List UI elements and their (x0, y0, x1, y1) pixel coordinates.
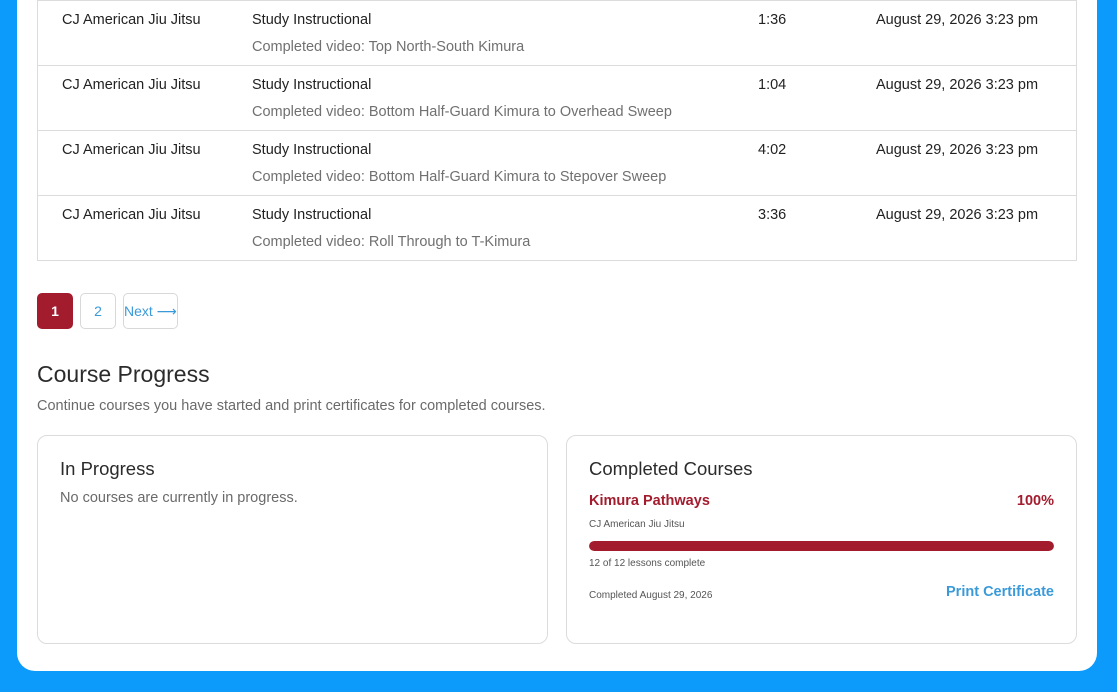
pagination: 1 2 Next ⟶ (37, 293, 178, 329)
course-progress-fill (589, 541, 1054, 551)
in-progress-card: In Progress No courses are currently in … (37, 435, 548, 644)
course-progress-bar (589, 541, 1054, 551)
course-organization: CJ American Jiu Jitsu (589, 519, 685, 530)
row-activity-type: Study Instructional (252, 12, 372, 28)
row-duration: 1:04 (758, 77, 787, 93)
table-row: CJ American Jiu Jitsu Study Instructiona… (38, 130, 1076, 195)
row-user: CJ American Jiu Jitsu (62, 207, 201, 223)
row-user: CJ American Jiu Jitsu (62, 12, 201, 28)
activity-table: CJ American Jiu Jitsu Study Instructiona… (37, 0, 1077, 261)
row-activity-type: Study Instructional (252, 142, 372, 158)
row-date: August 29, 2026 3:23 pm (876, 12, 1039, 28)
row-user: CJ American Jiu Jitsu (62, 142, 201, 158)
row-activity-type: Study Instructional (252, 207, 372, 223)
course-percent: 100% (1016, 493, 1054, 509)
table-row: CJ American Jiu Jitsu Study Instructiona… (38, 0, 1076, 65)
table-row: CJ American Jiu Jitsu Study Instructiona… (38, 195, 1076, 260)
row-date: August 29, 2026 3:23 pm (876, 77, 1039, 93)
row-description: Completed video: Top North-South Kimura (252, 39, 525, 55)
table-row: CJ American Jiu Jitsu Study Instructiona… (38, 65, 1076, 130)
next-page-button[interactable]: Next ⟶ (123, 293, 178, 329)
row-duration: 4:02 (758, 142, 787, 158)
main-panel: CJ American Jiu Jitsu Study Instructiona… (17, 0, 1097, 671)
section-subtitle: Continue courses you have started and pr… (37, 398, 546, 414)
row-activity-type: Study Instructional (252, 77, 372, 93)
section-title: Course Progress (37, 361, 210, 387)
card-title: In Progress (60, 458, 155, 479)
page-button-1[interactable]: 1 (37, 293, 73, 329)
card-title: Completed Courses (589, 458, 753, 479)
row-duration: 3:36 (758, 207, 787, 223)
completed-courses-card: Completed Courses Kimura Pathways 100% C… (566, 435, 1077, 644)
row-description: Completed video: Bottom Half-Guard Kimur… (252, 104, 672, 120)
page-button-2[interactable]: 2 (80, 293, 116, 329)
empty-state-text: No courses are currently in progress. (60, 490, 298, 506)
lessons-complete-text: 12 of 12 lessons complete (589, 558, 706, 569)
row-date: August 29, 2026 3:23 pm (876, 207, 1039, 223)
row-description: Completed video: Bottom Half-Guard Kimur… (252, 169, 667, 185)
row-date: August 29, 2026 3:23 pm (876, 142, 1039, 158)
row-description: Completed video: Roll Through to T-Kimur… (252, 234, 531, 250)
print-certificate-link[interactable]: Print Certificate (946, 584, 1054, 600)
row-duration: 1:36 (758, 12, 787, 28)
row-user: CJ American Jiu Jitsu (62, 77, 201, 93)
course-name: Kimura Pathways (589, 493, 710, 509)
completed-date-text: Completed August 29, 2026 (589, 590, 713, 601)
